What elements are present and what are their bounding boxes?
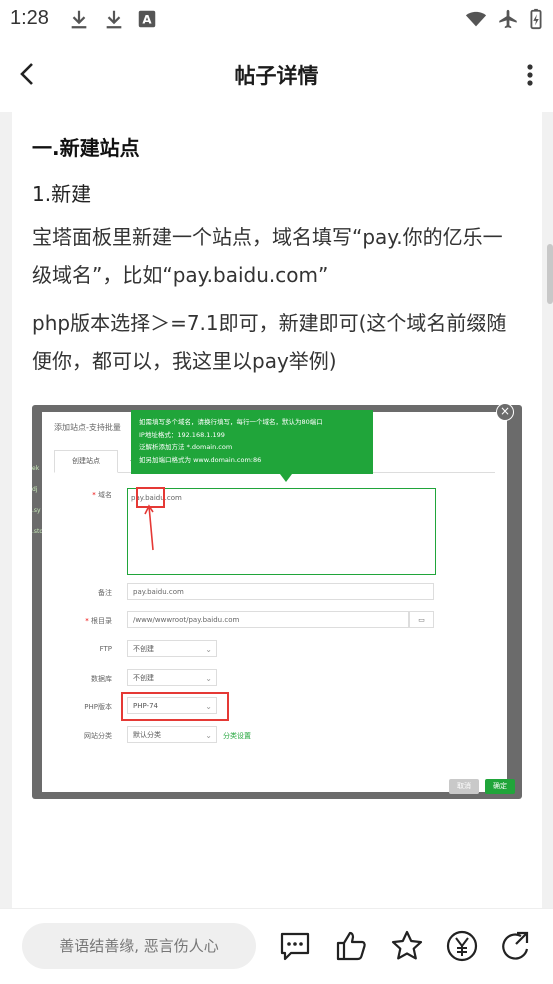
domain-value: pay.baidu.com [131,494,182,502]
chevron-down-icon: ⌄ [205,674,212,683]
database-label: 数据库 [91,675,112,683]
status-time: 1:28 [10,7,49,29]
post-image[interactable]: ekdj.sy.sto 添加站点-支持批量 创建站点 一 * 域名 pay.ba… [32,405,522,799]
download-icon [106,10,122,29]
airplane-icon [499,9,517,29]
nav-bar: 帖子详情 [0,38,553,112]
dialog-title: 添加站点-支持批量 [54,423,121,432]
yuan-reward-icon[interactable] [445,929,479,963]
database-select: 不创建 ⌄ [127,669,217,686]
section-subheading: 1.新建 [32,182,92,206]
close-icon: × [496,403,514,421]
folder-icon: ▭ [409,611,434,628]
section-heading: 一.新建站点 [32,136,140,160]
svg-text:A: A [142,13,152,27]
comment-input[interactable]: 善语结善缘, 恶言伤人心 [22,923,256,969]
chevron-down-icon: ⌄ [205,645,212,654]
domain-textarea: pay.baidu.com [127,488,436,575]
red-arrow [144,504,154,551]
php-highlight-box [121,692,229,721]
paragraph-domain: 宝塔面板里新建一个站点，域名填写“pay.你的亿乐一级域名”，比如“pay.ba… [32,225,503,287]
tooltip-arrow [280,474,292,482]
tab-create-site: 创建站点 [54,450,118,473]
more-options-icon[interactable] [525,58,535,92]
share-icon[interactable] [500,929,534,963]
bottom-bar: 善语结善缘, 恶言伤人心 [0,908,553,984]
download-icon [71,10,87,29]
remark-label: 备注 [98,589,112,597]
remark-input: pay.baidu.com [127,583,434,600]
comment-icon[interactable] [278,929,312,963]
add-site-dialog: 添加站点-支持批量 创建站点 一 * 域名 pay.baidu.com 备注 p… [42,410,515,794]
domain-label: * 域名 [92,491,112,499]
page-title: 帖子详情 [234,64,319,88]
root-label: * 根目录 [85,617,112,625]
star-icon[interactable] [390,929,424,963]
domain-tooltip: 如需填写多个域名，请换行填写，每行一个域名，默认为80端口 IP地址格式：192… [131,410,373,474]
category-label: 网站分类 [84,732,112,740]
category-settings-link: 分类设置 [223,732,251,740]
root-input: /www/wwwroot/pay.baidu.com [127,611,409,628]
battery-icon [530,8,542,30]
font-a-icon: A [138,10,156,28]
thumbs-up-icon[interactable] [334,929,368,963]
background-sidebar: ek dj .sy .sto [32,465,44,535]
ftp-select: 不创建 ⌄ [127,640,217,657]
status-bar: 1:28 A [0,0,553,38]
scrollbar[interactable] [547,244,553,304]
confirm-button: 确定 [485,779,515,794]
ftp-label: FTP [99,645,112,653]
cancel-button: 取消 [449,779,479,794]
php-label: PHP版本 [84,703,112,711]
wifi-icon [465,11,487,27]
post-content: 一.新建站点 1.新建 宝塔面板里新建一个站点，域名填写“pay.你的亿乐一级域… [12,112,542,908]
chevron-down-icon: ⌄ [205,731,212,740]
domain-highlight-box [136,487,165,508]
paragraph-php: php版本选择＞=7.1即可，新建即可(这个域名前缀随便你，都可以，我这里以pa… [32,311,507,373]
category-select: 默认分类 ⌄ [127,726,217,743]
